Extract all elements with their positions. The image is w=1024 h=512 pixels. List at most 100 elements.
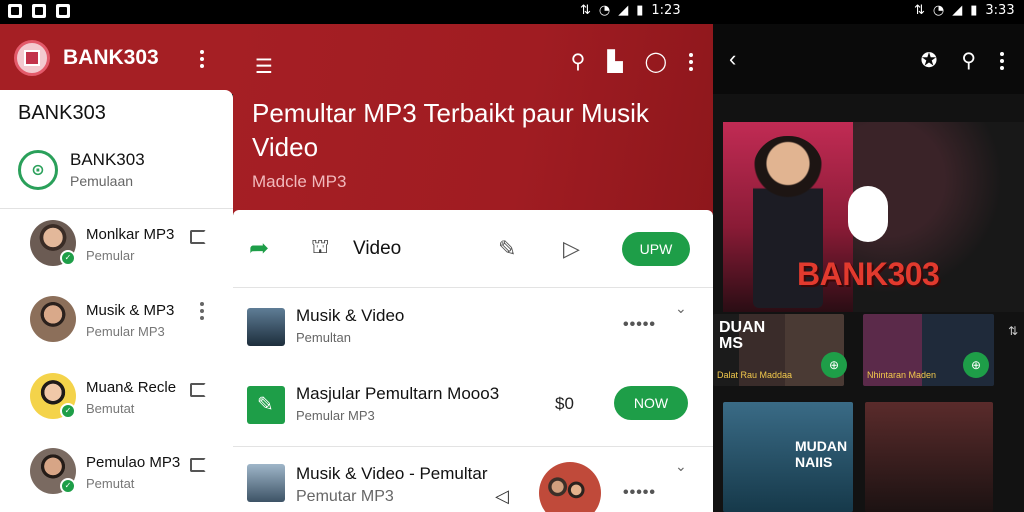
cast-icon[interactable]: [190, 383, 206, 397]
edit-app-icon: ✎: [247, 386, 285, 424]
drawer-item-label: Monlkar MP3: [86, 226, 175, 243]
drawer-item-label: Muan& Recle: [86, 379, 177, 396]
status-time: 1:23: [651, 3, 681, 18]
app-title: BANK303: [63, 46, 159, 69]
hero-brand: BANK303: [797, 256, 940, 292]
media-card-caption: Nhintaran Maden: [867, 370, 937, 380]
logo-icon: [24, 50, 40, 66]
wifi-icon: ◔: [598, 3, 611, 18]
bookmark-icon[interactable]: ▙: [607, 49, 622, 74]
list-item[interactable]: Musik & Video - Pemultar Pemutar MP3 ◁ ⌄…: [233, 450, 713, 512]
add-icon[interactable]: ⊕: [821, 352, 847, 378]
search-alt-icon[interactable]: ◯: [645, 49, 667, 74]
media-card[interactable]: [865, 402, 993, 512]
play-back-icon[interactable]: ◁: [495, 486, 509, 507]
media-card[interactable]: DUAN MS Dalat Rau Maddaa ⊕: [713, 314, 847, 386]
thumbnail: [247, 464, 285, 502]
thumbnail: [247, 308, 285, 346]
drawer-item-label: Musik & MP3: [86, 302, 175, 319]
more-vert-icon[interactable]: [200, 302, 204, 320]
list-item-title: Masjular Pemultarn Mooo3: [296, 384, 500, 403]
list-item-sub: Pemultan: [296, 330, 351, 345]
notification-icon: [8, 4, 22, 18]
now-button[interactable]: NOW: [614, 386, 688, 420]
more-dots-icon[interactable]: •••••: [623, 316, 656, 334]
battery-icon: ▮: [970, 3, 978, 18]
check-badge-icon: ✓: [60, 250, 76, 266]
drawer-item-sub: Pemutat: [86, 476, 135, 491]
middle-header: ☰ ⚲ ▙ ◯ Pemultar MP3 Terbaikt paur Musik…: [233, 24, 713, 214]
media-card-title: MUDAN NAIIS: [795, 438, 848, 470]
notification-icon: [32, 4, 46, 18]
video-label[interactable]: Video: [353, 238, 401, 260]
drawer-title: BANK303: [18, 102, 106, 124]
check-badge-icon: ✓: [60, 403, 76, 419]
swap-icon[interactable]: ⇅: [1008, 324, 1018, 338]
upw-button[interactable]: UPW: [622, 232, 690, 266]
page-subtitle: Madcle MP3: [252, 172, 347, 191]
drawer-item-label: Pemulao MP3: [86, 454, 181, 471]
list-item-sub: Pemular MP3: [296, 408, 375, 423]
media-card-title: DUAN MS: [719, 319, 766, 352]
media-card-caption: Dalat Rau Maddaa: [717, 370, 793, 380]
notification-icons: [8, 4, 70, 18]
drawer-item-sub: Bemutat: [86, 401, 135, 416]
notification-icon: [56, 4, 70, 18]
price-label: $0: [555, 394, 574, 413]
overflow-menu-icon[interactable]: [1000, 51, 1004, 70]
chevron-down-icon[interactable]: ⌄: [675, 300, 687, 317]
status-time: 3:33: [985, 3, 1015, 18]
more-dots-icon[interactable]: •••••: [623, 484, 656, 502]
account-name[interactable]: BANK303: [70, 150, 145, 170]
star-icon[interactable]: ✪: [921, 48, 938, 73]
list-item[interactable]: Musik & Video Pemultan ⌄ •••••: [233, 288, 713, 368]
category-icon[interactable]: ⛫: [311, 236, 329, 261]
media-card[interactable]: MUDAN NAIIS: [723, 402, 853, 512]
drawer-divider: [0, 208, 233, 209]
menu-icon[interactable]: ☰: [255, 54, 273, 79]
status-right-left: ⇅ ◔ ◢ ▮ 1:23: [580, 3, 681, 18]
account-subtitle: Pemulaan: [70, 173, 134, 189]
play-icon[interactable]: ▷: [563, 236, 580, 262]
right-player-panel: ‹ ✪ ⚲ ⌄ ☰ ⇅ BANK303 DUAN MS Dalat Rau Ma…: [713, 24, 1024, 512]
chevron-down-icon[interactable]: ⌄: [675, 458, 687, 475]
add-icon[interactable]: ⊕: [963, 352, 989, 378]
search-icon[interactable]: ⚲: [571, 49, 586, 74]
status-right-right: ⇅ ◔ ◢ ▮ 3:33: [914, 3, 1015, 18]
back-icon[interactable]: ‹: [729, 46, 736, 72]
list-item-sub: Pemutar MP3: [296, 488, 394, 505]
vibrate-icon: ⇅: [580, 3, 591, 18]
cast-icon[interactable]: [190, 230, 206, 244]
status-bar: ⇅ ◔ ◢ ▮ 1:23 ⇅ ◔ ◢ ▮ 3:33: [0, 0, 1024, 24]
account-icon[interactable]: ⊙: [18, 150, 58, 190]
drawer-item[interactable]: ✓ Muan& Recle Bemutat: [0, 373, 233, 443]
overflow-menu-icon[interactable]: [200, 50, 204, 68]
app-logo[interactable]: [14, 40, 50, 76]
media-card[interactable]: Nhintaran Maden ⊕: [863, 314, 994, 386]
drawer-item-sub: Pemular: [86, 248, 135, 263]
drawer-item[interactable]: ✓ Monlkar MP3 Pemular: [0, 220, 233, 290]
list-item-title: Musik & Video - Pemultar: [296, 464, 488, 483]
page-title: Pemultar MP3 Terbaikt paur Musik Video: [252, 98, 649, 162]
player-toolbar: ‹ ✪ ⚲: [713, 24, 1024, 94]
drawer-item-sub: Pemular MP3: [86, 324, 165, 339]
content-panel: ➦ ⛫ Video ✎ ▷ UPW Musik & Video Pemultan…: [233, 210, 713, 512]
wifi-icon: ◔: [932, 3, 945, 18]
drawer-item[interactable]: Musik & MP3 Pemular MP3: [0, 296, 233, 366]
search-icon[interactable]: ⚲: [961, 48, 976, 73]
overflow-menu-icon[interactable]: [689, 52, 693, 71]
drawer-item[interactable]: ✓ Pemulao MP3 Pemutat: [0, 448, 233, 512]
player-actions: ✪ ⚲: [921, 48, 1004, 73]
navigation-drawer: BANK303 ⊙ BANK303 Pemulaan ✓ Monlkar MP3…: [0, 90, 233, 512]
signal-icon: ◢: [618, 3, 629, 18]
avatar: [30, 296, 76, 342]
share-icon[interactable]: ➦: [249, 234, 269, 263]
action-toolbar: ➦ ⛫ Video ✎ ▷ UPW: [233, 210, 713, 288]
play-button-icon[interactable]: [848, 186, 888, 242]
list-item-title: Musik & Video: [296, 306, 405, 325]
edit-icon[interactable]: ✎: [498, 236, 516, 262]
header-actions: ⚲ ▙ ◯: [571, 49, 693, 74]
cast-icon[interactable]: [190, 458, 206, 472]
divider: [233, 446, 713, 447]
vibrate-icon: ⇅: [914, 3, 925, 18]
